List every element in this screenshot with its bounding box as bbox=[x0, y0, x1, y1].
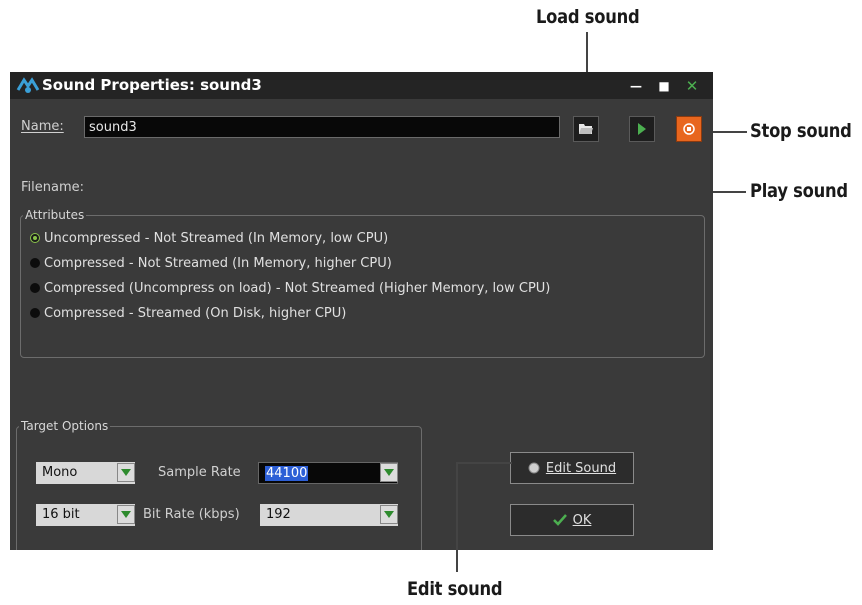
bit-rate-value: 192 bbox=[260, 504, 398, 526]
stop-sound-button[interactable] bbox=[676, 116, 702, 142]
play-icon bbox=[638, 123, 646, 135]
target-options-group: Target Options bbox=[16, 419, 422, 550]
chevron-down-icon bbox=[117, 463, 135, 482]
radio-compressed-streamed[interactable]: Compressed - Streamed (On Disk, higher C… bbox=[30, 304, 346, 322]
radio-compressed-not-streamed[interactable]: Compressed - Not Streamed (In Memory, hi… bbox=[30, 254, 392, 272]
ok-button[interactable]: OK bbox=[510, 504, 634, 536]
sample-rate-field: 44100 bbox=[258, 462, 398, 484]
callout-line-edit-v bbox=[456, 462, 458, 572]
close-button[interactable]: ✕ bbox=[680, 76, 704, 95]
chevron-down-icon bbox=[380, 463, 398, 482]
app-logo-icon bbox=[16, 77, 40, 93]
name-label: Name: bbox=[21, 119, 64, 134]
maximize-icon: ■ bbox=[658, 78, 670, 93]
sample-rate-select[interactable]: 44100 bbox=[258, 462, 398, 484]
callout-line-stop bbox=[709, 131, 747, 133]
attributes-legend: Attributes bbox=[25, 208, 85, 222]
sample-rate-label: Sample Rate bbox=[158, 465, 241, 480]
maximize-button[interactable]: ■ bbox=[652, 77, 676, 94]
callout-load-sound: Load sound bbox=[536, 6, 640, 28]
bit-depth-select[interactable]: 16 bit bbox=[36, 504, 135, 526]
chevron-down-icon bbox=[380, 505, 398, 524]
load-sound-button[interactable] bbox=[573, 116, 599, 142]
play-sound-button[interactable] bbox=[629, 116, 655, 142]
radio-indicator bbox=[30, 283, 40, 293]
edit-sound-button[interactable]: Edit Sound bbox=[510, 452, 634, 484]
radio-indicator bbox=[30, 258, 40, 268]
circle-icon bbox=[528, 462, 540, 474]
title-bar[interactable]: Sound Properties: sound3 — ■ ✕ bbox=[10, 72, 713, 99]
ok-label: OK bbox=[572, 512, 592, 528]
target-options-legend: Target Options bbox=[21, 419, 109, 433]
callout-edit-sound: Edit sound bbox=[407, 578, 503, 600]
callout-play-sound: Play sound bbox=[750, 180, 848, 202]
folder-open-icon bbox=[579, 124, 593, 134]
name-input[interactable]: sound3 bbox=[84, 116, 560, 138]
bit-rate-label: Bit Rate (kbps) bbox=[143, 507, 240, 522]
window-title: Sound Properties: sound3 bbox=[42, 76, 262, 94]
close-icon: ✕ bbox=[685, 76, 699, 95]
bit-rate-select[interactable]: 192 bbox=[260, 504, 398, 526]
radio-label: Compressed (Uncompress on load) - Not St… bbox=[44, 280, 551, 296]
edit-sound-label: Edit Sound bbox=[545, 460, 617, 476]
radio-label: Uncompressed - Not Streamed (In Memory, … bbox=[44, 230, 389, 246]
checkmark-icon bbox=[552, 514, 567, 526]
sample-rate-value: 44100 bbox=[265, 466, 309, 481]
minimize-button[interactable]: — bbox=[624, 77, 648, 94]
filename-label: Filename: bbox=[21, 180, 85, 195]
minimize-icon: — bbox=[630, 78, 642, 93]
radio-label: Compressed - Streamed (On Disk, higher C… bbox=[44, 305, 347, 321]
radio-compressed-uncompress-on-load[interactable]: Compressed (Uncompress on load) - Not St… bbox=[30, 279, 550, 297]
chevron-down-icon bbox=[117, 505, 135, 524]
channels-select[interactable]: Mono bbox=[36, 462, 135, 484]
radio-indicator bbox=[30, 308, 40, 318]
sound-properties-dialog: Sound Properties: sound3 — ■ ✕ Name: sou… bbox=[10, 72, 713, 550]
stop-icon bbox=[683, 123, 695, 135]
radio-uncompressed[interactable]: Uncompressed - Not Streamed (In Memory, … bbox=[30, 229, 388, 247]
radio-selected-indicator bbox=[30, 233, 40, 243]
callout-line-edit-h bbox=[456, 462, 512, 464]
callout-stop-sound: Stop sound bbox=[750, 120, 852, 142]
radio-label: Compressed - Not Streamed (In Memory, hi… bbox=[44, 255, 392, 271]
